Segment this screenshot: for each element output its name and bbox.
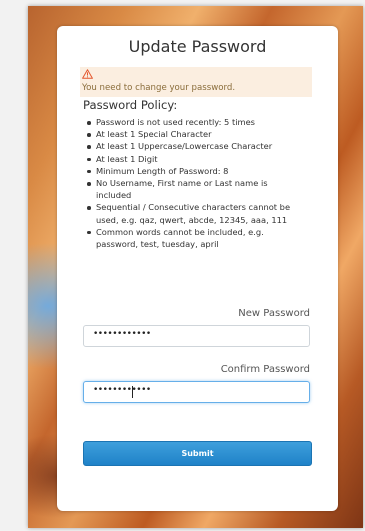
confirm-password-field[interactable]: •••••••••••• [83,381,310,403]
submit-button[interactable]: Submit [83,441,312,466]
warning-icon [82,69,93,79]
alert-message: You need to change your password. [82,83,236,93]
update-password-dialog: Update Password You need to change your … [57,26,338,511]
policy-rule: At least 1 Special Character [86,128,301,140]
new-password-field[interactable]: •••••••••••• [83,325,310,347]
policy-rule: Sequential / Consecutive characters cann… [86,201,301,225]
policy-heading: Password Policy: [83,98,178,112]
confirm-password-label: Confirm Password [220,364,310,375]
new-password-value: •••••••••••• [93,329,151,339]
password-alert: You need to change your password. [80,67,312,97]
policy-rule: Common words cannot be included, e.g. pa… [86,226,301,250]
new-password-label: New Password [238,308,310,319]
policy-rule: At least 1 Uppercase/Lowercase Character [86,140,301,152]
policy-rule: At least 1 Digit [86,153,301,165]
policy-list: Password is not used recently: 5 times A… [86,116,301,250]
confirm-password-value: •••••••••••• [93,385,151,395]
policy-rule: Minimum Length of Password: 8 [86,165,301,177]
dialog-title: Update Password [128,37,267,56]
policy-rule: Password is not used recently: 5 times [86,116,301,128]
policy-rule: No Username, First name or Last name is … [86,177,301,201]
text-cursor [132,386,133,398]
